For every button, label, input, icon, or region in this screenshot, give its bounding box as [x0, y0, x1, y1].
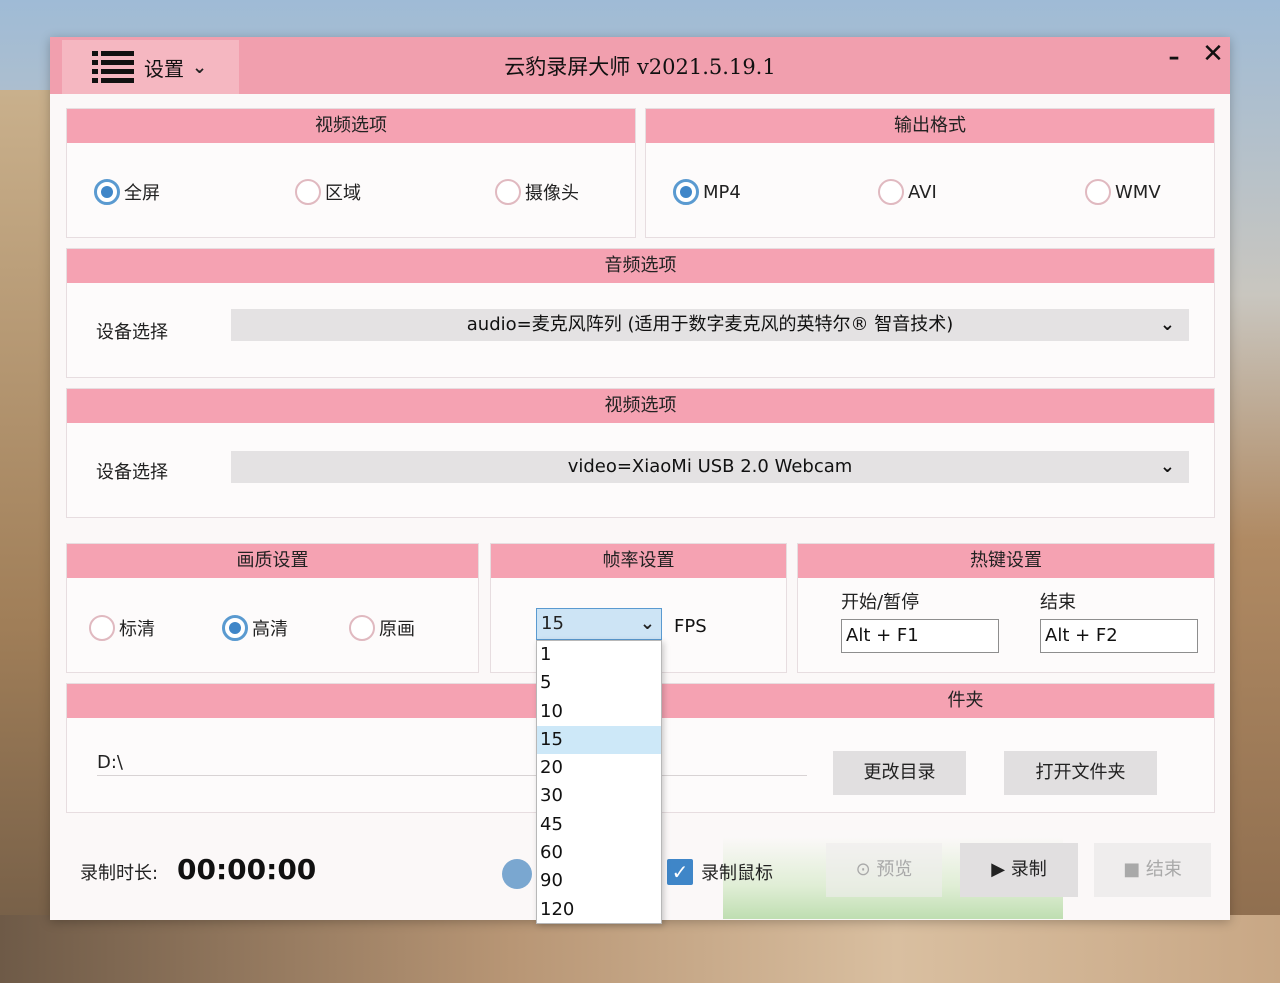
radio-circle [94, 179, 120, 205]
video-device-label: 设备选择 [96, 462, 168, 483]
output-format-title: 输出格式 [646, 109, 1214, 143]
framerate-dropdown-list: 1 5 10 15 20 30 45 60 90 120 [536, 640, 662, 924]
radio-label: MP4 [703, 181, 741, 203]
framerate-select[interactable]: 15 ⌄ [536, 608, 662, 640]
radio-circle [89, 615, 115, 641]
framerate-option[interactable]: 60 [537, 839, 661, 867]
quality-panel: 画质设置 标清 高清 原画 [66, 543, 479, 673]
minimize-button[interactable]: – [1162, 45, 1186, 75]
preview-button[interactable]: ⊙ 预览 [826, 843, 942, 897]
radio-label: 摄像头 [525, 183, 579, 204]
slider-knob[interactable] [502, 859, 532, 889]
preview-label: 预览 [876, 859, 913, 880]
framerate-selected-value: 15 [541, 613, 564, 634]
audio-options-panel: 音频选项 设备选择 audio=麦克风阵列 (适用于数字麦克风的英特尔® 智音技… [66, 248, 1215, 378]
end-label: 结束 [1040, 592, 1076, 613]
framerate-option[interactable]: 5 [537, 669, 661, 697]
radio-wmv[interactable]: WMV [1085, 179, 1161, 205]
chevron-down-icon: ⌄ [1159, 456, 1175, 477]
stop-label: 结束 [1145, 859, 1182, 880]
radio-circle [349, 615, 375, 641]
settings-menu-button[interactable]: 设置 ⌄ [62, 40, 239, 94]
framerate-option[interactable]: 20 [537, 754, 661, 782]
framerate-option[interactable]: 45 [537, 811, 661, 839]
desktop-background-bottom [0, 915, 1280, 983]
record-mouse-label: 录制鼠标 [701, 863, 773, 884]
framerate-title: 帧率设置 [491, 544, 786, 578]
framerate-option[interactable]: 120 [537, 896, 661, 924]
framerate-option[interactable]: 1 [537, 641, 661, 669]
hotkeys-panel: 热键设置 开始/暂停 结束 Alt + F1 Alt + F2 [797, 543, 1215, 673]
radio-sd[interactable]: 标清 [89, 615, 155, 641]
audio-device-value: audio=麦克风阵列 (适用于数字麦克风的英特尔® 智音技术) [466, 314, 954, 335]
radio-original[interactable]: 原画 [349, 615, 415, 641]
start-pause-label: 开始/暂停 [841, 592, 920, 613]
radio-mp4[interactable]: MP4 [673, 179, 741, 205]
radio-circle [878, 179, 904, 205]
radio-label: WMV [1115, 181, 1161, 203]
video-options-panel: 视频选项 全屏 区域 摄像头 [66, 108, 636, 238]
title-bar: 云豹录屏大师 v2021.5.19.1 设置 ⌄ – ✕ [50, 37, 1230, 94]
end-hotkey-input[interactable]: Alt + F2 [1040, 619, 1198, 653]
radio-label: AVI [908, 181, 937, 203]
video-device-value: video=XiaoMi USB 2.0 Webcam [567, 456, 853, 477]
radio-label: 标清 [119, 619, 155, 640]
play-circle-icon: ⊙ [855, 859, 871, 880]
radio-label: 全屏 [124, 183, 160, 204]
fps-label: FPS [674, 616, 707, 637]
output-format-panel: 输出格式 MP4 AVI WMV [645, 108, 1215, 238]
record-mouse-checkbox[interactable]: ✓ [667, 859, 693, 885]
change-directory-button[interactable]: 更改目录 [833, 751, 966, 795]
stop-icon: ■ [1123, 859, 1141, 880]
stop-button[interactable]: ■ 结束 [1094, 843, 1211, 897]
radio-hd[interactable]: 高清 [222, 615, 288, 641]
radio-camera[interactable]: 摄像头 [495, 179, 579, 205]
audio-options-title: 音频选项 [67, 249, 1214, 283]
framerate-option-selected[interactable]: 15 [537, 725, 661, 755]
video-device-title: 视频选项 [67, 389, 1214, 423]
settings-menu-label: 设置 [144, 56, 184, 81]
video-device-select[interactable]: video=XiaoMi USB 2.0 Webcam ⌄ [231, 451, 1189, 483]
chevron-down-icon: ⌄ [1159, 314, 1175, 335]
radio-circle [222, 615, 248, 641]
framerate-option[interactable]: 30 [537, 782, 661, 810]
chevron-down-icon: ⌄ [192, 56, 208, 78]
radio-region[interactable]: 区域 [295, 179, 361, 205]
radio-label: 高清 [252, 619, 288, 640]
quality-title: 画质设置 [67, 544, 478, 578]
video-options-title: 视频选项 [67, 109, 635, 143]
close-button[interactable]: ✕ [1200, 39, 1226, 69]
record-button[interactable]: ▶ 录制 [960, 843, 1078, 897]
radio-label: 区域 [325, 183, 361, 204]
video-device-panel: 视频选项 设备选择 video=XiaoMi USB 2.0 Webcam ⌄ [66, 388, 1215, 518]
radio-label: 原画 [379, 619, 415, 640]
radio-circle [495, 179, 521, 205]
play-icon: ▶ [991, 859, 1006, 880]
radio-circle [295, 179, 321, 205]
open-folder-button[interactable]: 打开文件夹 [1004, 751, 1157, 795]
start-hotkey-input[interactable]: Alt + F1 [841, 619, 999, 653]
hotkeys-title: 热键设置 [798, 544, 1214, 578]
framerate-option[interactable]: 10 [537, 698, 661, 726]
record-label: 录制 [1010, 859, 1047, 880]
menu-icon [92, 51, 134, 83]
output-path-field[interactable]: D:\ [97, 746, 807, 776]
framerate-option[interactable]: 90 [537, 867, 661, 895]
chevron-down-icon: ⌄ [639, 613, 655, 634]
audio-device-select[interactable]: audio=麦克风阵列 (适用于数字麦克风的英特尔® 智音技术) ⌄ [231, 309, 1189, 341]
radio-circle [673, 179, 699, 205]
radio-avi[interactable]: AVI [878, 179, 937, 205]
app-window: 云豹录屏大师 v2021.5.19.1 设置 ⌄ – ✕ 视频选项 全屏 区域 … [50, 37, 1230, 924]
record-duration-label: 录制时长: [80, 863, 159, 884]
audio-device-label: 设备选择 [96, 322, 168, 343]
radio-circle [1085, 179, 1111, 205]
output-folder-title-text: 件夹 [947, 690, 984, 711]
record-duration-value: 00:00:00 [177, 853, 317, 886]
radio-fullscreen[interactable]: 全屏 [94, 179, 160, 205]
